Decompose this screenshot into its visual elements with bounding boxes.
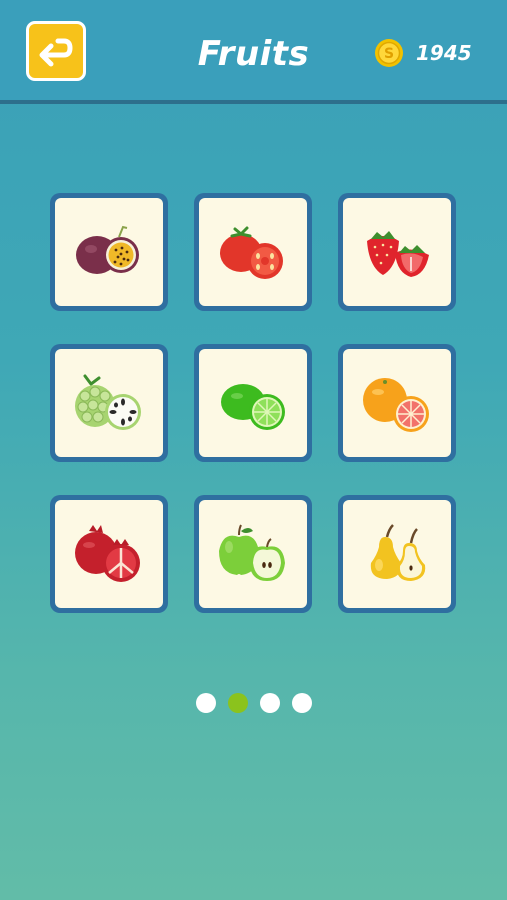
custard-apple-icon [75,374,141,430]
pear-icon [370,524,426,581]
card-green-apple[interactable] [194,495,312,613]
card-passion-fruit[interactable] [50,193,168,311]
strawberry-icon [367,231,429,277]
green-apple-icon [219,524,285,581]
card-lime[interactable] [194,344,312,462]
pomegranate-icon [75,525,140,582]
header-bar: Fruits S 1945 [0,0,507,104]
page-dot-3[interactable] [260,693,280,713]
page-dot-1[interactable] [196,693,216,713]
card-tomato[interactable] [194,193,312,311]
page-dot-2[interactable] [228,693,248,713]
grapefruit-icon [363,378,429,432]
page-dot-4[interactable] [292,693,312,713]
card-grapefruit[interactable] [338,344,456,462]
card-custard-apple[interactable] [50,344,168,462]
coin-count: 1945 [416,41,472,65]
card-pear[interactable] [338,495,456,613]
coin-icon: S [375,39,403,67]
fruit-grid [50,193,456,613]
card-strawberry[interactable] [338,193,456,311]
lime-icon [221,384,285,430]
tomato-icon [220,226,283,279]
card-pomegranate[interactable] [50,495,168,613]
passion-fruit-icon [76,225,139,274]
svg-text:S: S [384,46,394,62]
page-indicator [196,693,312,713]
coin-balance: S 1945 [374,38,472,68]
